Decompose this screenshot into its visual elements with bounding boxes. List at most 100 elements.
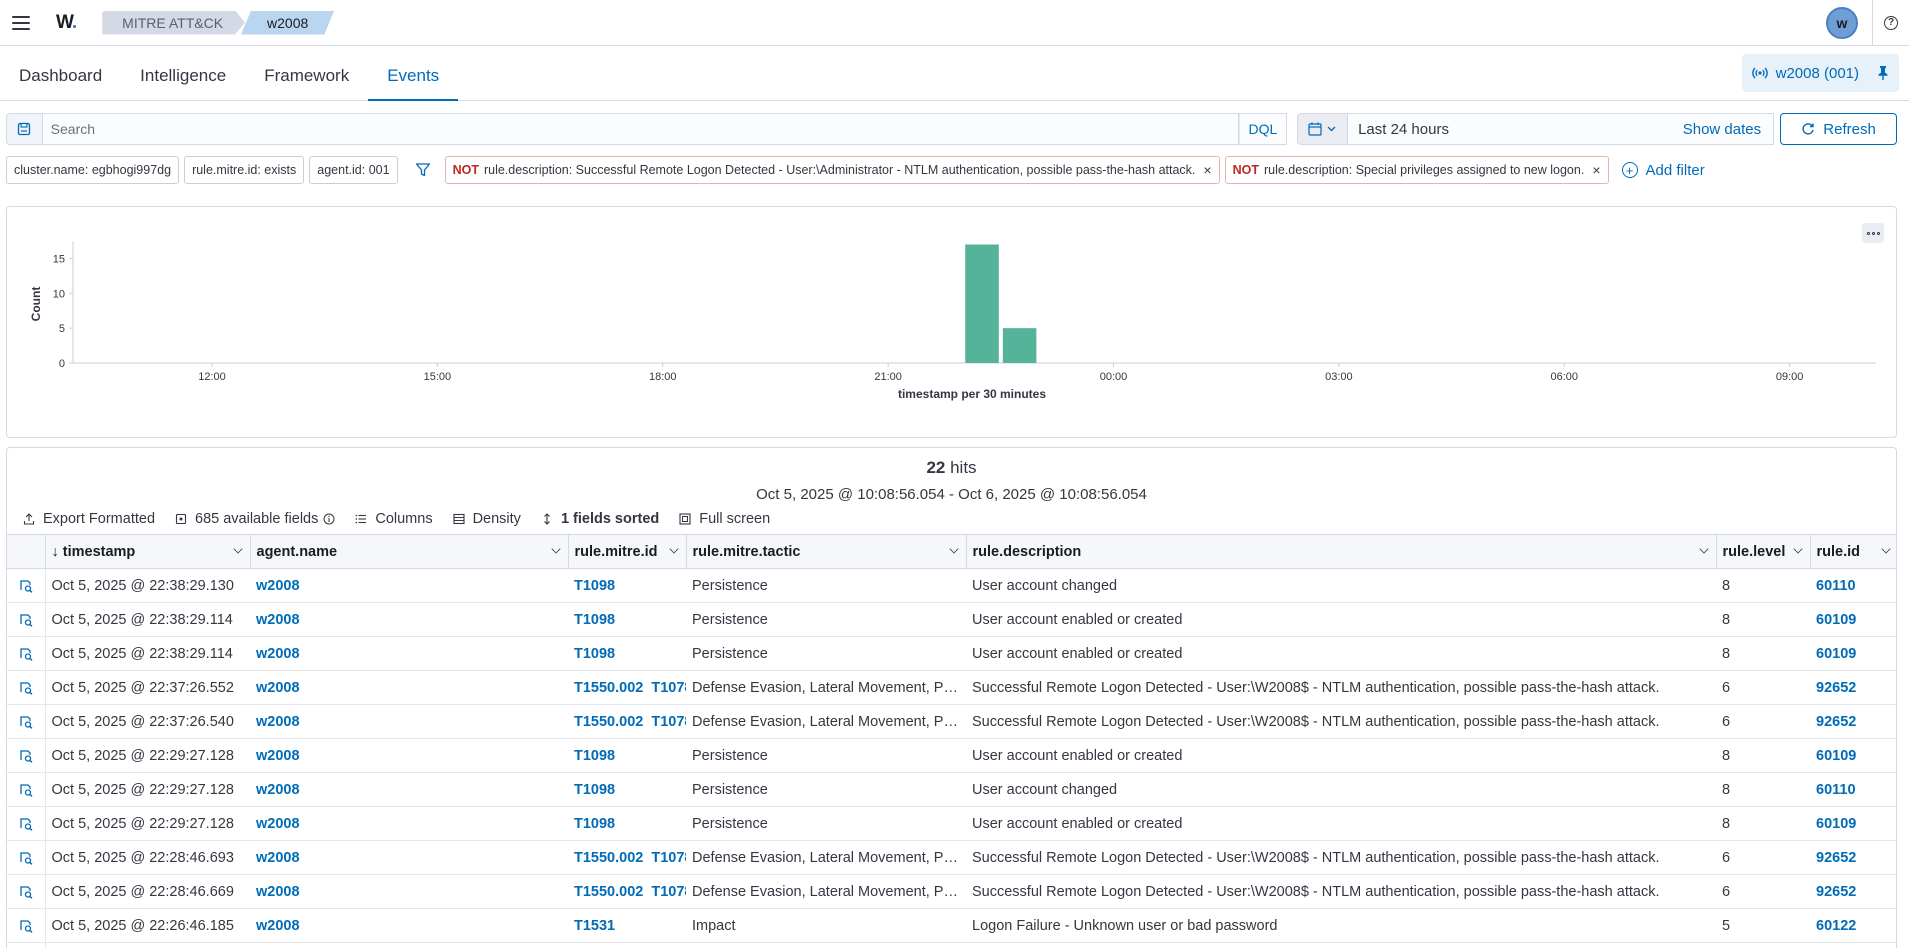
- cell-agent-name[interactable]: w2008: [250, 738, 568, 773]
- chevron-down-icon[interactable]: [232, 544, 243, 554]
- y-tick-label: 0: [59, 358, 65, 370]
- cell-rule-id[interactable]: 60110: [1810, 772, 1896, 807]
- chevron-down-icon[interactable]: [668, 544, 679, 554]
- filter-menu-icon[interactable]: [411, 156, 435, 184]
- available-fields-button[interactable]: 685 available fields: [175, 511, 335, 527]
- column-header-rule-mitre-tactic[interactable]: rule.mitre.tactic: [686, 534, 967, 569]
- breadcrumb-item-agent[interactable]: w2008: [241, 11, 334, 35]
- pin-icon[interactable]: [1877, 66, 1889, 80]
- cell-rule-id[interactable]: 92652: [1810, 840, 1896, 875]
- cell-agent-name[interactable]: w2008: [250, 670, 568, 705]
- cell-rule-id[interactable]: [1810, 942, 1896, 948]
- menu-icon[interactable]: [0, 0, 42, 46]
- inspect-document-icon[interactable]: [18, 919, 34, 933]
- density-button[interactable]: Density: [453, 511, 521, 527]
- column-header-rule-description[interactable]: rule.description: [966, 534, 1717, 569]
- chevron-down-icon[interactable]: [550, 544, 561, 554]
- tab-intelligence[interactable]: Intelligence: [121, 46, 245, 101]
- inspect-document-icon[interactable]: [18, 851, 34, 865]
- cell-agent-name[interactable]: w2008: [250, 874, 568, 909]
- search-input[interactable]: Search: [41, 113, 1240, 145]
- refresh-button[interactable]: Refresh: [1780, 113, 1897, 145]
- cell-rule-mitre-id[interactable]: T1098: [568, 738, 686, 773]
- close-icon[interactable]: ×: [1203, 157, 1211, 183]
- info-icon[interactable]: [323, 513, 335, 525]
- tab-events[interactable]: Events: [368, 46, 459, 101]
- tab-framework[interactable]: Framework: [245, 46, 368, 101]
- inspect-document-icon[interactable]: [18, 817, 34, 831]
- column-header-rule-id[interactable]: rule.id: [1810, 534, 1896, 569]
- query-language-button[interactable]: DQL: [1239, 113, 1287, 145]
- full-screen-button[interactable]: Full screen: [679, 511, 770, 527]
- tab-dashboard[interactable]: Dashboard: [0, 46, 121, 101]
- cell-rule-id[interactable]: 60109: [1810, 806, 1896, 841]
- add-filter-button[interactable]: + Add filter: [1621, 162, 1705, 179]
- cell-agent-name[interactable]: w2008: [250, 704, 568, 739]
- cell-rule-mitre-id[interactable]: T1550.002T1078: [568, 670, 686, 705]
- filter-pill[interactable]: rule.mitre.id: exists: [184, 156, 305, 184]
- cell-rule-mitre-id[interactable]: T1550.002T1078: [568, 874, 686, 909]
- cell-rule-mitre-id[interactable]: T1098: [568, 602, 686, 637]
- cell-rule-mitre-id[interactable]: T1098: [568, 636, 686, 671]
- inspect-document-icon[interactable]: [18, 715, 34, 729]
- cell-rule-id[interactable]: 92652: [1810, 704, 1896, 739]
- filter-pill[interactable]: agent.id: 001: [309, 156, 398, 184]
- filter-pill[interactable]: cluster.name: egbhogi997dg: [6, 156, 180, 184]
- cell-rule-id[interactable]: 60109: [1810, 738, 1896, 773]
- chevron-down-icon[interactable]: [1880, 544, 1891, 554]
- inspect-document-icon[interactable]: [18, 783, 34, 797]
- show-dates-button[interactable]: Show dates: [1683, 121, 1761, 138]
- column-header-rule-mitre-id[interactable]: rule.mitre.id: [568, 534, 687, 569]
- inspect-document-icon[interactable]: [18, 885, 34, 899]
- filter-pill-negated[interactable]: NOT rule.description: Successful Remote L…: [444, 156, 1220, 184]
- time-range-field[interactable]: Last 24 hours Show dates: [1348, 113, 1775, 145]
- y-axis-label: Count: [29, 287, 43, 322]
- export-formatted-button[interactable]: Export Formatted: [23, 511, 155, 527]
- cell-rule-mitre-id[interactable]: T1098: [568, 568, 686, 603]
- cell-agent-name[interactable]: w2008: [250, 840, 568, 875]
- inspect-document-icon[interactable]: [18, 579, 34, 593]
- x-tick-label: 00:00: [1100, 371, 1128, 383]
- cell-agent-name[interactable]: w2008: [250, 772, 568, 807]
- cell-rule-mitre-id[interactable]: T1550.002T1078: [568, 704, 686, 739]
- avatar[interactable]: w: [1826, 7, 1858, 39]
- cell-agent-name[interactable]: w2008: [250, 568, 568, 603]
- cell-rule-id[interactable]: 60122: [1810, 908, 1896, 943]
- app-logo[interactable]: W.: [56, 12, 77, 34]
- sort-fields-button[interactable]: 1 fields sorted: [541, 511, 659, 527]
- chevron-down-icon[interactable]: [1698, 544, 1709, 554]
- filter-pill-negated[interactable]: NOT rule.description: Special privileges …: [1224, 156, 1609, 184]
- date-quick-menu-button[interactable]: [1296, 113, 1349, 145]
- cell-agent-name[interactable]: w2008: [250, 806, 568, 841]
- cell-rule-id[interactable]: 60109: [1810, 636, 1896, 671]
- agent-pin-badge[interactable]: w2008 (001): [1741, 54, 1899, 92]
- cell-rule-id[interactable]: 60109: [1810, 602, 1896, 637]
- cell-rule-id[interactable]: 92652: [1810, 670, 1896, 705]
- inspect-document-icon[interactable]: [18, 681, 34, 695]
- cell-agent-name[interactable]: w2008: [250, 636, 568, 671]
- chevron-down-icon[interactable]: [1792, 544, 1803, 554]
- cell-agent-name[interactable]: [250, 942, 568, 948]
- saved-query-icon[interactable]: [6, 113, 42, 145]
- cell-rule-mitre-id[interactable]: T1098: [568, 772, 686, 807]
- close-icon[interactable]: ×: [1592, 157, 1600, 183]
- column-header-agent-name[interactable]: agent.name: [250, 534, 569, 569]
- inspect-document-icon[interactable]: [18, 613, 34, 627]
- cell-rule-mitre-id[interactable]: T1531: [568, 908, 686, 943]
- breadcrumb-item-mitre[interactable]: MITRE ATT&CK: [102, 11, 245, 35]
- inspect-document-icon[interactable]: [18, 749, 34, 763]
- column-header-timestamp[interactable]: ↓ timestamp: [45, 534, 251, 569]
- cell-rule-mitre-id[interactable]: T1550.002T1078: [568, 840, 686, 875]
- help-icon[interactable]: ?: [1873, 0, 1909, 46]
- chevron-down-icon[interactable]: [948, 544, 959, 554]
- cell-agent-name[interactable]: w2008: [250, 908, 568, 943]
- cell-rule-description: Logon Failure - Unknown user or bad pass…: [966, 908, 1716, 943]
- cell-rule-mitre-id[interactable]: T1098: [568, 806, 686, 841]
- column-header-rule-level[interactable]: rule.level: [1716, 534, 1811, 569]
- inspect-document-icon[interactable]: [18, 647, 34, 661]
- cell-rule-id[interactable]: 60110: [1810, 568, 1896, 603]
- cell-agent-name[interactable]: w2008: [250, 602, 568, 637]
- cell-rule-mitre-id[interactable]: [568, 942, 686, 948]
- columns-button[interactable]: Columns: [355, 511, 433, 527]
- cell-rule-id[interactable]: 92652: [1810, 874, 1896, 909]
